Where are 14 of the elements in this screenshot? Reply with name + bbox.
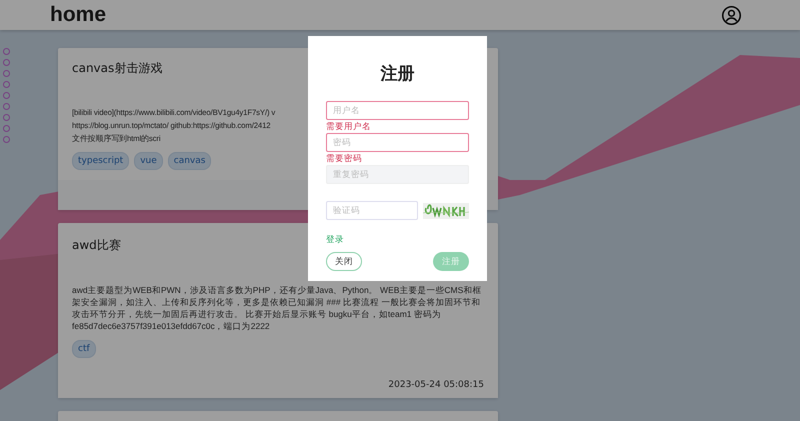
- tag[interactable]: ctf: [72, 340, 96, 358]
- login-link[interactable]: 登录: [326, 234, 344, 246]
- input-field[interactable]: 用户名: [326, 101, 469, 120]
- dialog-title: 注册: [380, 63, 416, 85]
- close-button[interactable]: 关闭: [326, 252, 362, 271]
- tag[interactable]: canvas: [168, 152, 212, 170]
- error-message: 需要用户名: [326, 122, 372, 132]
- page-title: home: [50, 3, 106, 27]
- post-excerpt: awd主要题型为WEB和PWN，涉及语言多数为PHP，还有少量Java、Python。 WEB主要是一些CMS和框架安全漏洞，如注入、上传和反序列化等，更多是依赖已知漏洞 ### 比赛流程 一般比赛会将加固环节和攻击环节分开，先统一加固后再进行攻击。 比赛开始后显示账号 bugku平台，如team1 密码为fe85d7dec6e3757f391e013efdd67c0c，端口为2222: [72, 284, 482, 332]
- error-message: 需要密码: [326, 154, 363, 164]
- post-date: 2023-05-24 05:08:15: [388, 380, 484, 390]
- input-field[interactable]: 密码: [326, 133, 469, 152]
- tag[interactable]: vue: [134, 152, 163, 170]
- tag[interactable]: typescript: [72, 152, 130, 170]
